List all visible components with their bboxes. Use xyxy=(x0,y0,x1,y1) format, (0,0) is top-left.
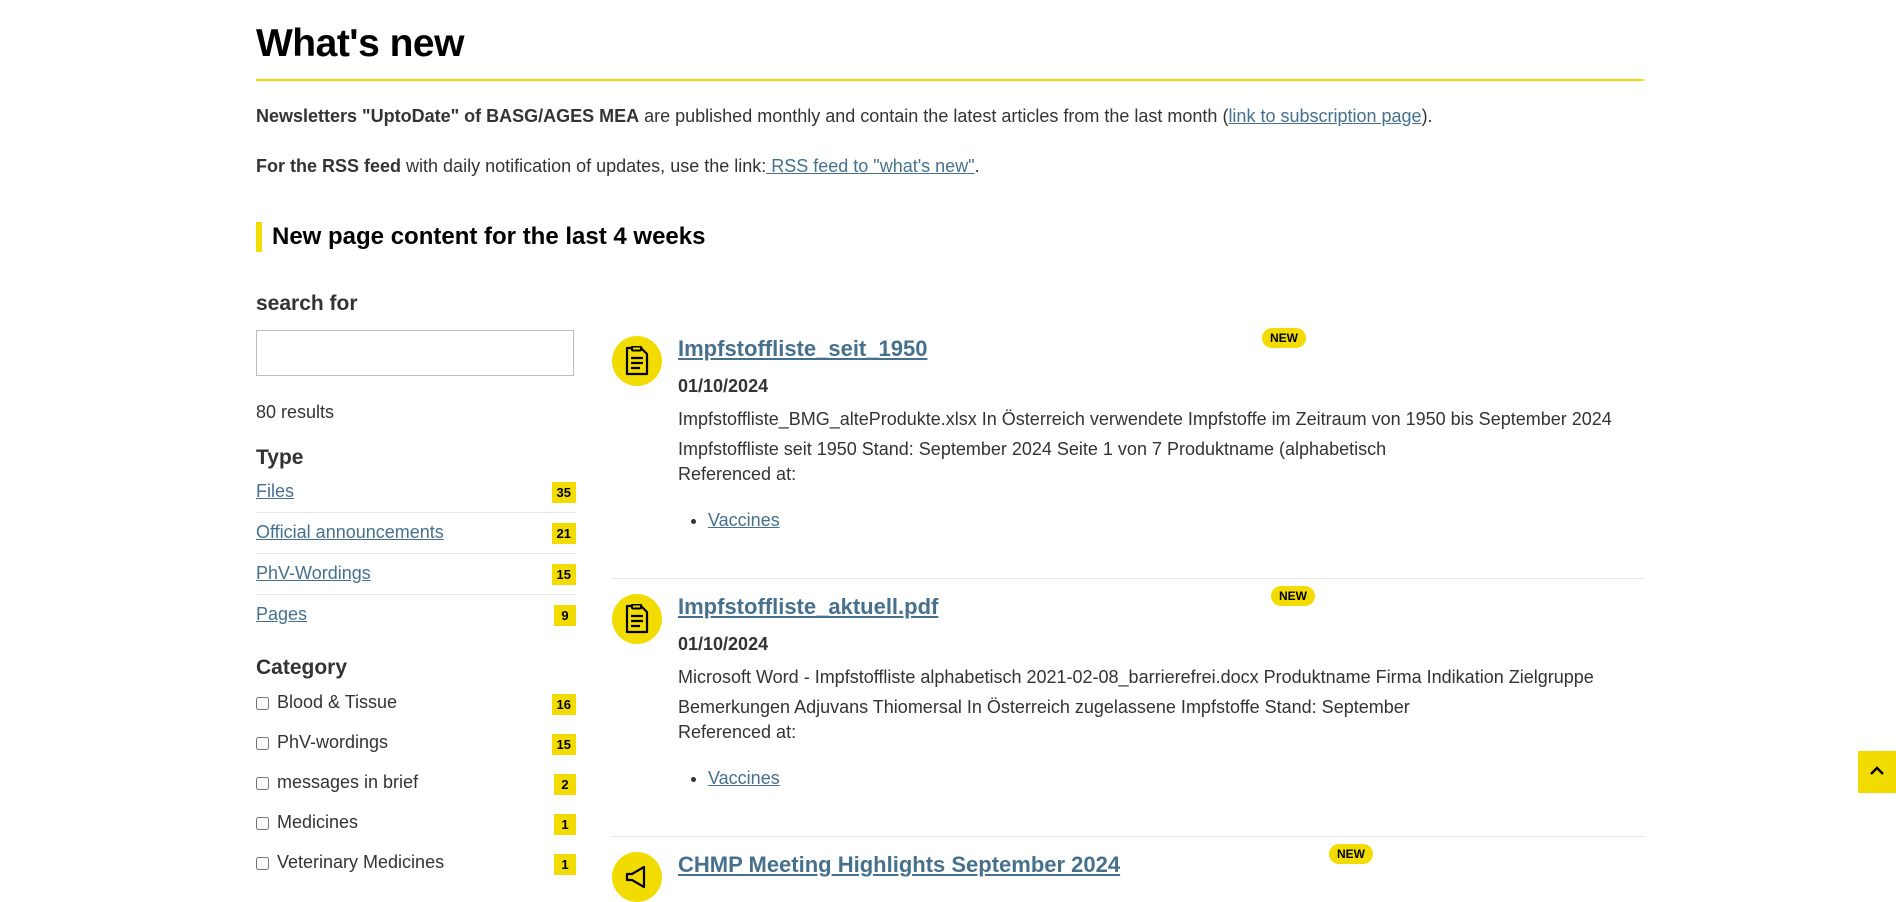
count-badge: 2 xyxy=(554,774,576,795)
newsletter-text: are published monthly and contain the la… xyxy=(639,106,1229,126)
result-excerpt: Microsoft Word - Impfstoffliste alphabet… xyxy=(678,662,1644,722)
count-badge: 15 xyxy=(551,564,576,585)
reference-item: Vaccines xyxy=(708,510,780,531)
result-excerpt-line: Bemerkungen Adjuvans Thiomersal In Öster… xyxy=(678,697,1410,717)
new-badge: NEW xyxy=(1329,844,1373,864)
category-label[interactable]: messages in brief xyxy=(277,772,418,793)
results-count: 80 results xyxy=(256,402,335,422)
category-checkbox[interactable] xyxy=(256,697,269,710)
reference-item: Vaccines xyxy=(708,768,780,789)
chevron-up-icon xyxy=(1869,763,1885,781)
count-badge: 9 xyxy=(554,605,576,626)
newsletter-end: ). xyxy=(1421,106,1433,126)
type-facet-heading: Type xyxy=(256,446,304,469)
category-filter: Veterinary Medicines 1 xyxy=(256,852,576,882)
type-filter-link[interactable]: PhV-Wordings xyxy=(256,563,371,584)
title-divider xyxy=(256,79,1644,81)
page-title: What's new xyxy=(256,22,464,65)
result-title-link[interactable]: Impfstoffliste_seit_1950 xyxy=(678,336,927,362)
rss-end: . xyxy=(974,156,980,176)
back-to-top-button[interactable] xyxy=(1858,751,1896,793)
category-label[interactable]: Medicines xyxy=(277,812,358,833)
result-title[interactable]: Impfstoffliste_seit_1950 xyxy=(678,336,927,361)
rss-bold-text: For the RSS feed xyxy=(256,156,402,176)
category-filter: PhV-wordings 15 xyxy=(256,732,576,762)
category-filter: Medicines 1 xyxy=(256,812,576,842)
type-filter-pages: Pages 9 xyxy=(256,596,576,636)
newsletter-bold-text: Newsletters "UptoDate" of BASG/AGES MEA xyxy=(256,106,640,126)
result-excerpt-line: Impfstoffliste_BMG_alteProdukte.xlsx In … xyxy=(678,409,1612,429)
new-badge: NEW xyxy=(1262,328,1306,348)
category-checkbox[interactable] xyxy=(256,777,269,790)
referenced-label: Referenced at: xyxy=(678,464,797,484)
document-icon xyxy=(612,594,662,644)
type-filter-files: Files 35 xyxy=(256,473,576,513)
newsletter-paragraph: Newsletters "UptoDate" of BASG/AGES MEA … xyxy=(256,106,1433,127)
count-badge: 35 xyxy=(551,482,576,503)
type-filter-official-announcements: Official announcements 21 xyxy=(256,514,576,554)
rss-paragraph: For the RSS feed with daily notification… xyxy=(256,156,980,177)
category-checkbox[interactable] xyxy=(256,737,269,750)
category-facet-heading: Category xyxy=(256,656,348,679)
count-badge: 1 xyxy=(554,814,576,835)
count-badge: 1 xyxy=(554,854,576,875)
type-filter-link[interactable]: Files xyxy=(256,481,294,502)
category-label[interactable]: Blood & Tissue xyxy=(277,692,397,713)
reference-link[interactable]: Vaccines xyxy=(708,768,780,788)
result-title-link[interactable]: CHMP Meeting Highlights September 2024 xyxy=(678,852,1120,878)
type-filter-phv-wordings: PhV-Wordings 15 xyxy=(256,555,576,595)
megaphone-icon xyxy=(612,852,662,902)
type-filter-link[interactable]: Official announcements xyxy=(256,522,444,543)
search-label: search for xyxy=(256,292,358,315)
count-badge: 21 xyxy=(551,523,576,544)
new-badge: NEW xyxy=(1271,586,1315,606)
category-checkbox[interactable] xyxy=(256,857,269,870)
result-date: 01/10/2024 xyxy=(678,376,769,396)
result-divider xyxy=(612,836,1644,837)
category-filter: messages in brief 2 xyxy=(256,772,576,802)
result-title[interactable]: Impfstoffliste_aktuell.pdf xyxy=(678,594,938,619)
category-checkbox[interactable] xyxy=(256,817,269,830)
type-filter-link[interactable]: Pages xyxy=(256,604,307,625)
category-label[interactable]: PhV-wordings xyxy=(277,732,388,753)
result-excerpt-line: Microsoft Word - Impfstoffliste alphabet… xyxy=(678,667,1594,687)
result-date: 01/10/2024 xyxy=(678,634,769,654)
count-badge: 16 xyxy=(551,694,576,715)
count-badge: 15 xyxy=(551,734,576,755)
search-input[interactable] xyxy=(256,330,574,376)
result-title[interactable]: CHMP Meeting Highlights September 2024 xyxy=(678,852,1120,877)
rss-text: with daily notification of updates, use … xyxy=(401,156,767,176)
result-title-link[interactable]: Impfstoffliste_aktuell.pdf xyxy=(678,594,938,620)
document-icon xyxy=(612,336,662,386)
subscription-link[interactable]: link to subscription page xyxy=(1228,106,1421,126)
reference-link[interactable]: Vaccines xyxy=(708,510,780,530)
result-divider xyxy=(612,578,1644,579)
result-excerpt-line: Impfstoffliste seit 1950 Stand: Septembe… xyxy=(678,439,1387,459)
reference-list: Vaccines xyxy=(678,510,780,531)
result-excerpt: Impfstoffliste_BMG_alteProdukte.xlsx In … xyxy=(678,404,1644,464)
referenced-label: Referenced at: xyxy=(678,722,797,742)
reference-list: Vaccines xyxy=(678,768,780,789)
section-heading: New page content for the last 4 weeks xyxy=(256,222,705,252)
category-filter: Blood & Tissue 16 xyxy=(256,692,576,722)
rss-feed-link[interactable]: RSS feed to "what's new" xyxy=(766,156,974,176)
